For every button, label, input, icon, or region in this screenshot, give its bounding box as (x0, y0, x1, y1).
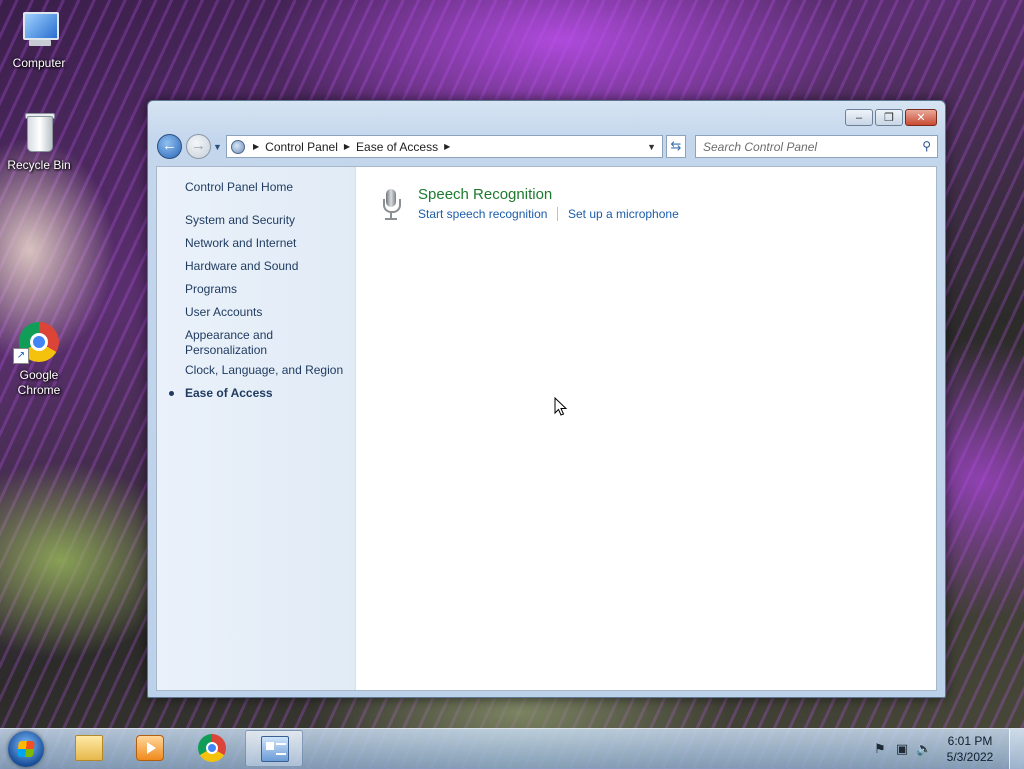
desktop-icon-label: Google Chrome (17, 368, 61, 397)
taskbar-chrome[interactable] (183, 730, 241, 767)
window-controls: – ❐ ✕ (843, 109, 937, 126)
volume-icon[interactable]: 🔈 (916, 741, 932, 757)
breadcrumb-arrow-icon[interactable]: ▶ (253, 142, 259, 151)
breadcrumb-ease-of-access[interactable]: Ease of Access (356, 140, 438, 154)
refresh-icon: ⇆ (670, 138, 682, 153)
sidebar: Control Panel Home System and Security N… (157, 167, 356, 690)
link-set-up-microphone[interactable]: Set up a microphone (568, 207, 679, 221)
category-title-speech-recognition[interactable]: Speech Recognition (418, 186, 552, 203)
taskbar-windows-explorer[interactable] (60, 730, 118, 767)
search-box[interactable]: ⚲ (695, 135, 938, 158)
taskbar-control-panel[interactable] (245, 730, 303, 767)
recent-pages-dropdown[interactable]: ▼ (213, 142, 222, 152)
active-bullet-icon (169, 391, 174, 396)
window-client-area: Control Panel Home System and Security N… (156, 166, 937, 691)
breadcrumb-control-panel[interactable]: Control Panel (265, 140, 338, 154)
chrome-icon: ↗ (13, 320, 61, 364)
forward-button[interactable]: → (186, 134, 211, 159)
clock[interactable]: 6:01 PM 5/3/2022 (938, 733, 1002, 765)
search-icon[interactable]: ⚲ (922, 139, 931, 153)
refresh-button[interactable]: ⇆ (666, 135, 686, 158)
navigation-bar: ← → ▼ ▶ Control Panel ▶ Ease of Access ▶… (157, 133, 938, 159)
show-desktop-button[interactable] (1009, 729, 1024, 769)
address-dropdown-icon[interactable]: ▼ (647, 142, 656, 152)
chrome-icon (198, 734, 226, 762)
sidebar-item-hardware-and-sound[interactable]: Hardware and Sound (185, 259, 298, 274)
system-tray: ⚑ ▣ 🔈 (866, 729, 932, 769)
desktop-icon-recycle-bin[interactable]: Recycle Bin (1, 110, 77, 173)
network-icon[interactable]: ▣ (894, 741, 910, 757)
link-start-speech-recognition[interactable]: Start speech recognition (418, 207, 547, 221)
desktop-icon-label: Recycle Bin (7, 158, 71, 172)
breadcrumb-arrow-icon[interactable]: ▶ (344, 142, 350, 151)
sidebar-item-programs[interactable]: Programs (185, 282, 237, 297)
control-panel-icon (231, 139, 245, 154)
sidebar-item-control-panel-home[interactable]: Control Panel Home (185, 180, 293, 195)
sidebar-item-appearance-and-personalization[interactable]: Appearance and Personalization (185, 328, 300, 358)
control-panel-icon (261, 736, 289, 762)
main-content: Speech Recognition Start speech recognit… (356, 167, 936, 690)
recycle-bin-icon (17, 110, 61, 154)
clock-time: 6:01 PM (947, 734, 993, 748)
taskbar-media-player[interactable] (121, 730, 179, 767)
windows-explorer-icon (75, 735, 103, 761)
control-panel-window: – ❐ ✕ ← → ▼ ▶ Control Panel ▶ Ease of Ac… (147, 100, 946, 698)
desktop-icon-label: Computer (12, 56, 66, 70)
sidebar-item-user-accounts[interactable]: User Accounts (185, 305, 262, 320)
action-center-flag-icon[interactable]: ⚑ (872, 741, 888, 757)
maximize-button[interactable]: ❐ (875, 109, 903, 126)
arrow-left-icon: ← (162, 137, 177, 154)
close-button[interactable]: ✕ (905, 109, 937, 126)
breadcrumb-arrow-icon[interactable]: ▶ (444, 142, 450, 151)
link-divider (557, 207, 558, 221)
search-input[interactable] (703, 139, 908, 154)
start-button[interactable] (8, 731, 44, 767)
desktop-icon-google-chrome[interactable]: ↗ Google Chrome (1, 320, 77, 398)
minimize-button[interactable]: – (845, 109, 873, 126)
desktop-icon-computer[interactable]: Computer (1, 8, 77, 71)
taskbar: ⚑ ▣ 🔈 6:01 PM 5/3/2022 (0, 728, 1024, 769)
sidebar-item-ease-of-access[interactable]: Ease of Access (185, 386, 273, 401)
arrow-right-icon: → (191, 137, 206, 154)
sidebar-item-system-and-security[interactable]: System and Security (185, 213, 295, 228)
sidebar-item-clock-language-region[interactable]: Clock, Language, and Region (185, 363, 343, 378)
address-bar[interactable]: ▶ Control Panel ▶ Ease of Access ▶ ▼ (226, 135, 663, 158)
windows-logo-icon (17, 741, 35, 757)
chevron-down-icon: ▼ (213, 142, 222, 152)
media-player-icon (136, 735, 164, 761)
clock-date: 5/3/2022 (946, 750, 994, 764)
microphone-icon (380, 189, 402, 221)
computer-icon (17, 8, 61, 52)
back-button[interactable]: ← (157, 134, 182, 159)
sidebar-item-network-and-internet[interactable]: Network and Internet (185, 236, 296, 251)
